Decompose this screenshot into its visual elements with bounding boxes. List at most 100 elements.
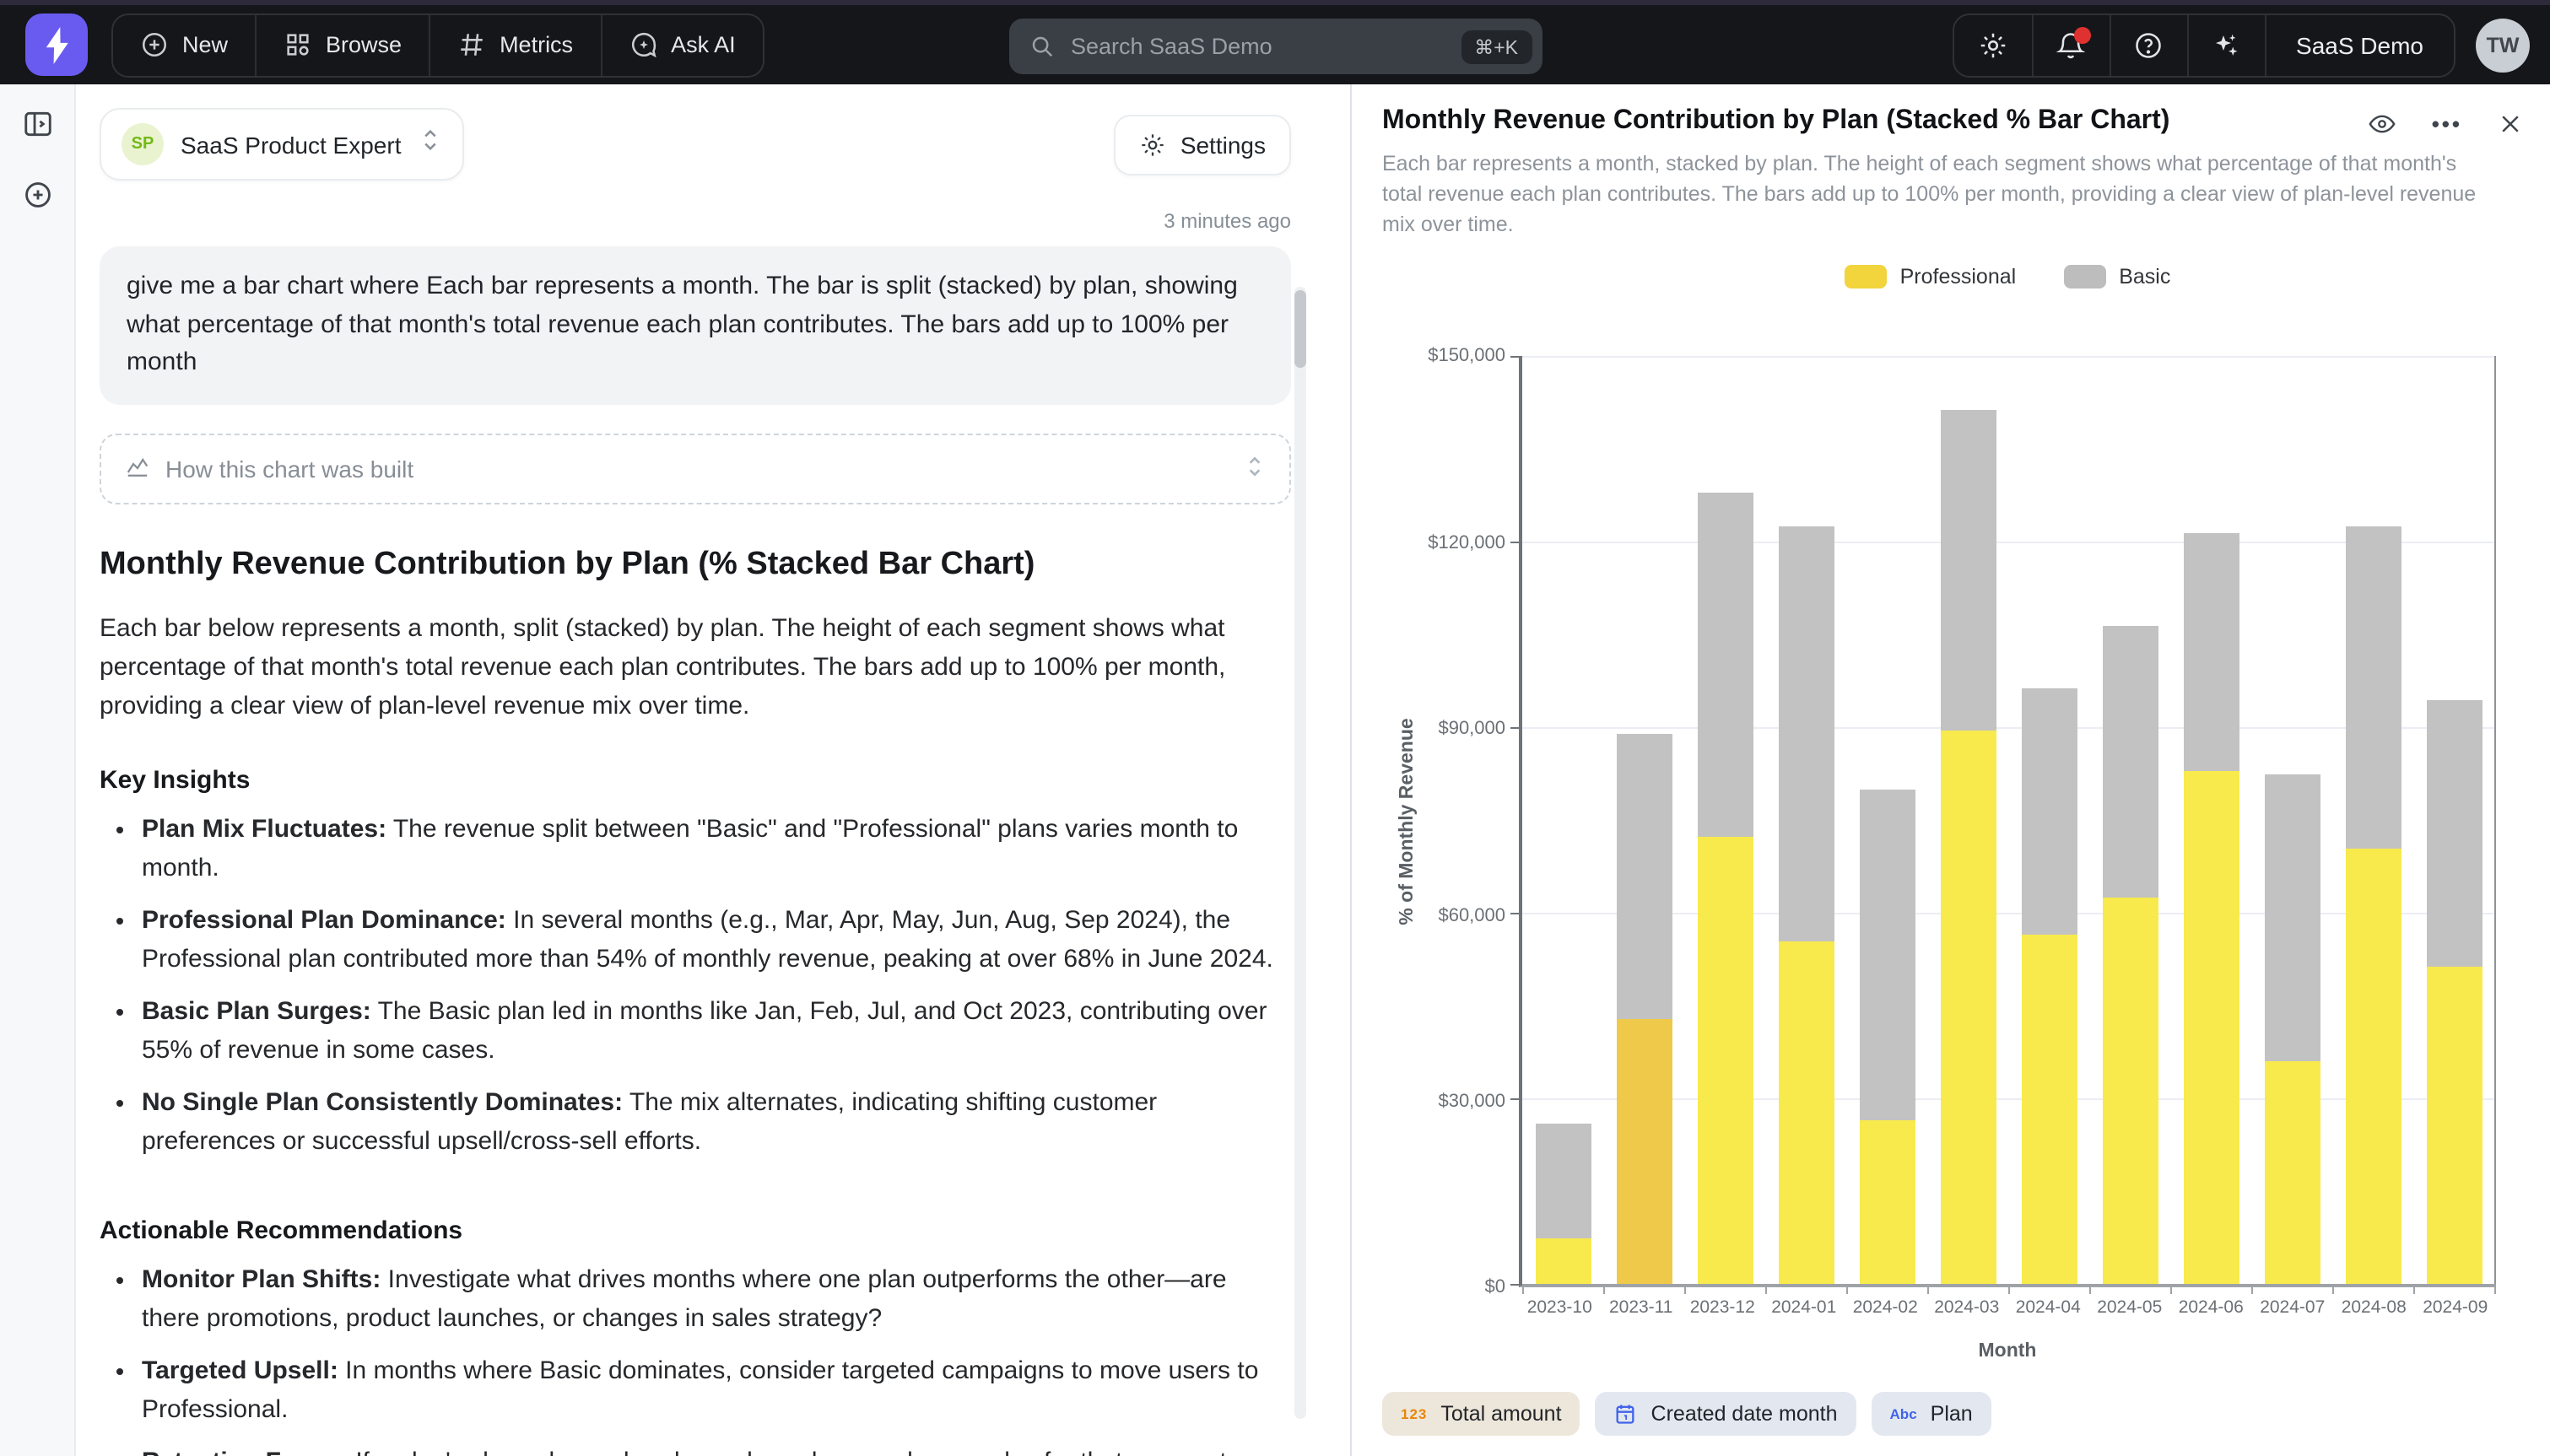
bar-segment-professional[interactable] xyxy=(2102,898,2158,1284)
bar-2023-11[interactable] xyxy=(1616,357,1672,1285)
x-axis-tick xyxy=(2494,1285,2496,1295)
chart-panel-header: Monthly Revenue Contribution by Plan (St… xyxy=(1382,106,2523,138)
app-window: New Browse Metrics Ask AI Search SaaS De… xyxy=(0,0,2550,1456)
bar-2024-06[interactable] xyxy=(2183,357,2239,1285)
legend-label: Professional xyxy=(1900,266,2017,289)
bar-segment-basic[interactable] xyxy=(1616,734,1672,1018)
bar-segment-basic[interactable] xyxy=(2426,700,2482,966)
bar-segment-basic[interactable] xyxy=(2102,626,2158,898)
expander-label: How this chart was built xyxy=(165,455,413,482)
bar-segment-basic[interactable] xyxy=(2264,774,2320,1062)
bar-segment-basic[interactable] xyxy=(1778,526,1834,941)
agent-selector[interactable]: SP SaaS Product Expert xyxy=(100,108,464,181)
bar-column-2024-06 xyxy=(2170,357,2251,1285)
org-menu-button[interactable]: SaaS Demo xyxy=(2264,14,2454,75)
bar-column-2024-01 xyxy=(1765,357,1846,1285)
bar-segment-professional[interactable] xyxy=(1778,941,1834,1285)
bar-column-2023-10 xyxy=(1522,357,1603,1285)
field-tag-plan[interactable]: AbcPlan xyxy=(1872,1392,1991,1436)
bar-2024-09[interactable] xyxy=(2426,357,2482,1285)
bar-2024-04[interactable] xyxy=(2021,357,2077,1285)
more-options-button[interactable]: ••• xyxy=(2432,111,2462,137)
bar-segment-professional[interactable] xyxy=(2426,966,2482,1285)
bar-column-2023-11 xyxy=(1603,357,1684,1285)
bar-2024-03[interactable] xyxy=(1940,357,1996,1285)
field-tag-created-date-month[interactable]: Created date month xyxy=(1596,1392,1856,1436)
settings-gear-button[interactable] xyxy=(1953,14,2031,75)
nav-browse-button[interactable]: Browse xyxy=(255,14,429,75)
org-label: SaaS Demo xyxy=(2296,31,2423,58)
preview-eye-button[interactable] xyxy=(2368,110,2396,138)
ai-sparkles-button[interactable] xyxy=(2186,14,2264,75)
bar-2024-02[interactable] xyxy=(1859,357,1915,1285)
user-avatar[interactable]: TW xyxy=(2476,18,2530,72)
bar-2023-12[interactable] xyxy=(1697,357,1753,1285)
close-panel-button[interactable] xyxy=(2498,111,2523,137)
nav-browse-label: Browse xyxy=(326,32,402,57)
field-tag-total-amount[interactable]: 123Total amount xyxy=(1382,1392,1580,1436)
list-item: No Single Plan Consistently Dominates: T… xyxy=(142,1086,1291,1162)
bar-segment-basic[interactable] xyxy=(1940,409,1996,731)
close-icon xyxy=(2498,111,2523,137)
bar-column-2023-12 xyxy=(1684,357,1765,1285)
nav-metrics-label: Metrics xyxy=(500,32,573,57)
help-button[interactable] xyxy=(2109,14,2186,75)
search-icon xyxy=(1029,34,1054,59)
legend-item-basic[interactable]: Basic xyxy=(2063,266,2170,289)
chat-header: SP SaaS Product Expert Settings xyxy=(100,108,1291,181)
nav-new-button[interactable]: New xyxy=(113,14,255,75)
list-item: Monitor Plan Shifts: Investigate what dr… xyxy=(142,1263,1291,1339)
bar-segment-professional[interactable] xyxy=(1940,731,1996,1284)
agent-settings-button[interactable]: Settings xyxy=(1115,114,1291,175)
notifications-button[interactable] xyxy=(2031,14,2109,75)
y-axis-tick-label: $0 xyxy=(1485,1278,1506,1298)
y-axis-tick xyxy=(1510,357,1522,359)
agent-avatar: SP xyxy=(122,123,164,165)
bar-2024-05[interactable] xyxy=(2102,357,2158,1285)
bar-segment-professional[interactable] xyxy=(1535,1238,1591,1285)
notification-dot xyxy=(2073,26,2090,43)
nav-ask-ai-button[interactable]: Ask AI xyxy=(600,14,763,75)
bar-segment-basic[interactable] xyxy=(2345,526,2401,848)
chart-panel-title: Monthly Revenue Contribution by Plan (St… xyxy=(1382,106,2368,137)
bar-segment-basic[interactable] xyxy=(1859,790,1915,1120)
bar-segment-professional[interactable] xyxy=(2264,1062,2320,1285)
bar-2024-08[interactable] xyxy=(2345,357,2401,1285)
bar-column-2024-09 xyxy=(2413,357,2494,1285)
x-axis-label: 2023-11 xyxy=(1601,1298,1683,1318)
bar-segment-basic[interactable] xyxy=(1535,1124,1591,1238)
bar-segment-professional[interactable] xyxy=(1616,1018,1672,1284)
bar-column-2024-03 xyxy=(1927,357,2008,1285)
nav-new-label: New xyxy=(182,32,228,57)
x-axis-tick xyxy=(1927,1285,1929,1295)
panel-expand-icon xyxy=(21,108,53,140)
bar-segment-professional[interactable] xyxy=(2021,935,2077,1284)
user-message-bubble: give me a bar chart where Each bar repre… xyxy=(100,246,1291,404)
app-logo[interactable] xyxy=(25,13,88,76)
how-chart-built-expander[interactable]: How this chart was built xyxy=(100,433,1291,504)
bar-2024-01[interactable] xyxy=(1778,357,1834,1285)
bar-segment-basic[interactable] xyxy=(1697,493,1753,836)
x-axis-tick xyxy=(1522,1285,1524,1295)
gear-icon xyxy=(1977,30,2007,60)
chart-legend: Professional Basic xyxy=(1519,266,2496,289)
legend-item-professional[interactable]: Professional xyxy=(1845,266,2017,289)
bar-2024-07[interactable] xyxy=(2264,357,2320,1285)
bar-segment-professional[interactable] xyxy=(2345,849,2401,1285)
chat-scrollbar-thumb[interactable] xyxy=(1294,290,1306,368)
new-thread-button[interactable] xyxy=(21,179,53,219)
bar-segment-professional[interactable] xyxy=(1697,836,1753,1285)
bar-segment-basic[interactable] xyxy=(2021,688,2077,935)
bar-segment-professional[interactable] xyxy=(1859,1120,1915,1284)
plus-circle-icon xyxy=(21,179,53,211)
message-timestamp: 3 minutes ago xyxy=(100,209,1291,233)
global-search-input[interactable]: Search SaaS Demo ⌘+K xyxy=(1008,19,1542,74)
bar-segment-basic[interactable] xyxy=(2183,533,2239,771)
x-axis-tick xyxy=(2413,1285,2415,1295)
bar-segment-professional[interactable] xyxy=(2183,771,2239,1285)
main-nav: New Browse Metrics Ask AI xyxy=(111,13,764,77)
toggle-sidebar-button[interactable] xyxy=(21,108,53,148)
nav-metrics-button[interactable]: Metrics xyxy=(429,14,600,75)
bar-2023-10[interactable] xyxy=(1535,357,1591,1285)
legend-swatch xyxy=(1845,266,1887,289)
